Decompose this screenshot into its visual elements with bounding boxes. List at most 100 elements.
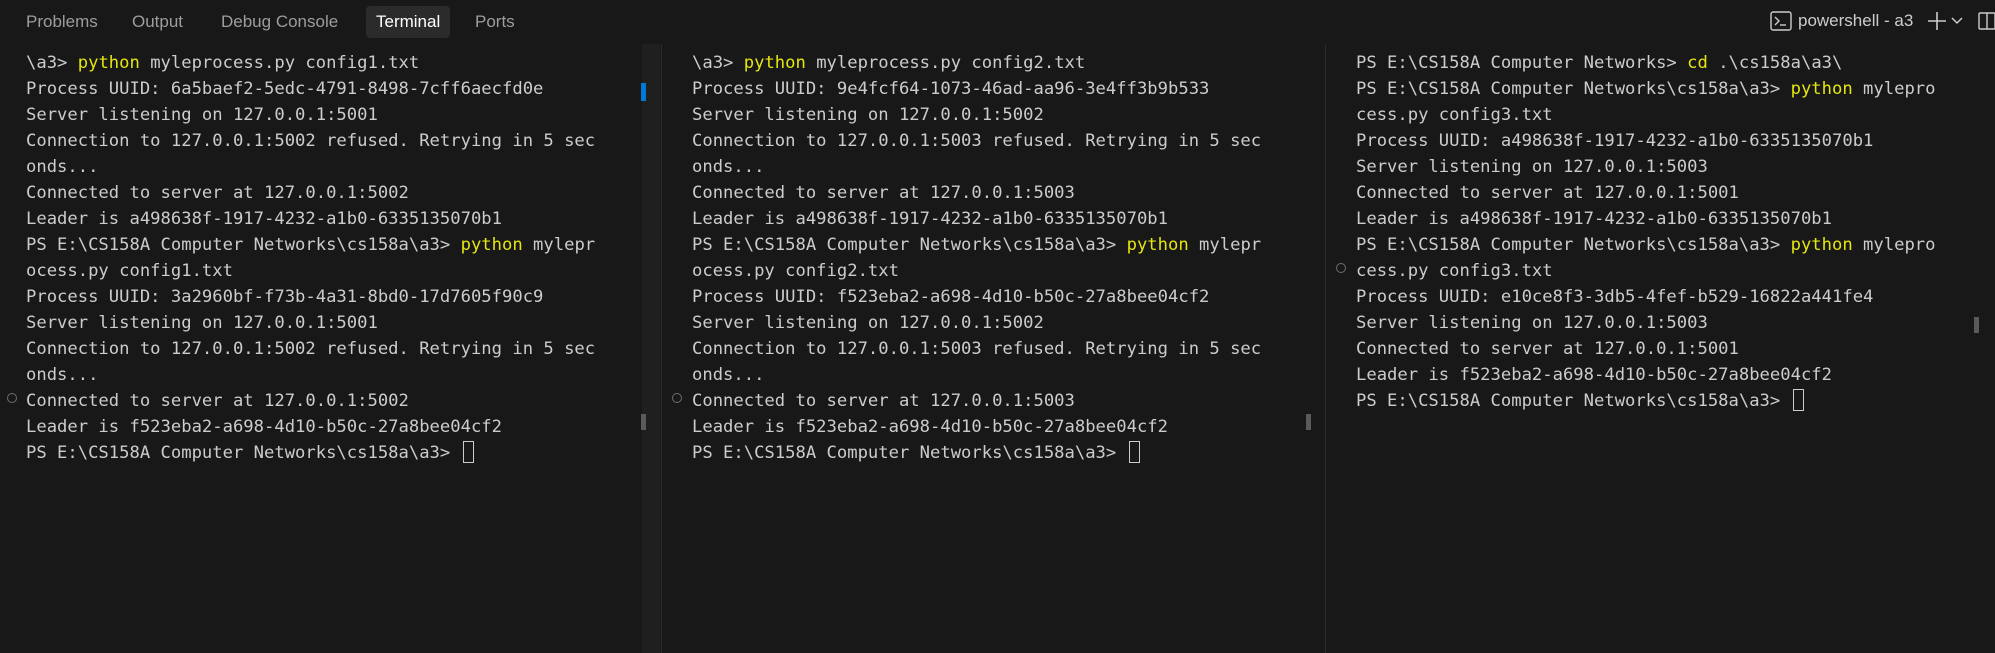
terminal-text: Process UUID: 6a5baef2-5edc-4791-8498-7c… (26, 79, 544, 99)
terminal-line: Process UUID: 9e4fcf64-1073-46ad-aa96-3e… (692, 76, 1261, 102)
terminal-text: Server listening on 127.0.0.1:5002 (692, 313, 1044, 333)
terminal-line: Process UUID: 6a5baef2-5edc-4791-8498-7c… (26, 76, 595, 102)
command-args: .\cs158a\a3\ (1707, 53, 1843, 73)
split-terminal-icon[interactable] (1977, 11, 1995, 31)
tab-terminal[interactable]: Terminal (366, 6, 451, 38)
terminal-line: Connection to 127.0.0.1:5002 refused. Re… (26, 128, 595, 154)
tab-ports[interactable]: Ports (465, 6, 525, 38)
terminal-text: cess.py config3.txt (1356, 261, 1553, 281)
terminal-line: onds... (692, 154, 1261, 180)
terminal-text: Process UUID: e10ce8f3-3db5-4fef-b529-16… (1356, 287, 1874, 307)
terminal-text: Connected to server at 127.0.0.1:5001 (1356, 339, 1739, 359)
terminal-text: Connection to 127.0.0.1:5002 refused. Re… (26, 131, 596, 151)
terminal-selector[interactable]: powershell - a3 (1798, 11, 1913, 31)
terminal-text: Connected to server at 127.0.0.1:5001 (1356, 183, 1739, 203)
scroll-marker (1306, 414, 1311, 430)
terminal-text: Leader is f523eba2-a698-4d10-b50c-27a8be… (1356, 365, 1832, 385)
terminal-line: PS E:\CS158A Computer Networks> cd .\cs1… (1356, 50, 1936, 76)
command-name: python (460, 235, 523, 255)
terminal-cursor[interactable] (462, 441, 474, 463)
command-args: mylepr (1188, 235, 1262, 255)
terminal-pane-1[interactable]: \a3> python myleprocess.py config1.txt Pr… (0, 44, 660, 653)
terminal-cursor[interactable] (1792, 389, 1804, 411)
terminal-line: Leader is a498638f-1917-4232-a1b0-633513… (26, 206, 595, 232)
terminal-line: Connected to server at 127.0.0.1:5001 (1356, 180, 1936, 206)
plus-icon[interactable] (1926, 10, 1948, 32)
terminal-line: PS E:\CS158A Computer Networks\cs158a\a3… (1356, 76, 1936, 102)
terminal-text: PS E:\CS158A Computer Networks\cs158a\a3… (1356, 235, 1791, 255)
terminal-text: onds... (26, 157, 99, 177)
terminal-text: Leader is f523eba2-a698-4d10-b50c-27a8be… (692, 417, 1168, 437)
terminal-text: Leader is a498638f-1917-4232-a1b0-633513… (692, 209, 1168, 229)
terminal-line: Process UUID: 3a2960bf-f73b-4a31-8bd0-17… (26, 284, 595, 310)
terminal-text: Process UUID: 9e4fcf64-1073-46ad-aa96-3e… (692, 79, 1210, 99)
command-args: myleprocess.py config2.txt (805, 53, 1086, 73)
terminal-line: Server listening on 127.0.0.1:5002 (692, 102, 1261, 128)
command-name: python (743, 53, 806, 73)
command-name: cd (1687, 53, 1708, 73)
terminal-line: Leader is f523eba2-a698-4d10-b50c-27a8be… (1356, 362, 1936, 388)
command-name: python (1790, 79, 1853, 99)
terminal-text: Connected to server at 127.0.0.1:5003 (692, 183, 1075, 203)
terminal-line: Connection to 127.0.0.1:5003 refused. Re… (692, 128, 1261, 154)
terminal-line: Connected to server at 127.0.0.1:5003 (692, 388, 1261, 414)
terminal-text: PS E:\CS158A Computer Networks\cs158a\a3… (26, 235, 461, 255)
terminal-line: Connected to server at 127.0.0.1:5002 (26, 388, 595, 414)
terminal-text: PS E:\CS158A Computer Networks\cs158a\a3… (692, 235, 1127, 255)
terminal-line: PS E:\CS158A Computer Networks\cs158a\a3… (1356, 232, 1936, 258)
terminal-text: Server listening on 127.0.0.1:5003 (1356, 157, 1708, 177)
terminal-text: \a3> (26, 53, 78, 73)
command-decoration-icon[interactable] (672, 393, 682, 403)
terminal-text: ocess.py config1.txt (26, 261, 233, 281)
tab-output[interactable]: Output (122, 6, 193, 38)
terminal-text: Server listening on 127.0.0.1:5001 (26, 313, 378, 333)
terminal-line: Connected to server at 127.0.0.1:5002 (26, 180, 595, 206)
terminal-text: Leader is a498638f-1917-4232-a1b0-633513… (26, 209, 502, 229)
terminal-line: Process UUID: e10ce8f3-3db5-4fef-b529-16… (1356, 284, 1936, 310)
terminal-text: Process UUID: f523eba2-a698-4d10-b50c-27… (692, 287, 1210, 307)
command-decoration-icon[interactable] (1336, 263, 1346, 273)
terminal-text: PS E:\CS158A Computer Networks\cs158a\a3… (1356, 79, 1791, 99)
terminal-text: Server listening on 127.0.0.1:5001 (26, 105, 378, 125)
command-name: python (77, 53, 140, 73)
command-decoration-icon[interactable] (7, 393, 17, 403)
tab-debug-console[interactable]: Debug Console (211, 6, 348, 38)
terminal-text: onds... (692, 157, 765, 177)
command-name: python (1790, 235, 1853, 255)
terminal-text: Process UUID: a498638f-1917-4232-a1b0-63… (1356, 131, 1874, 151)
terminal-pane-3[interactable]: PS E:\CS158A Computer Networks> cd .\cs1… (1326, 44, 1995, 653)
tab-problems[interactable]: Problems (16, 6, 108, 38)
terminal-text: PS E:\CS158A Computer Networks\cs158a\a3… (26, 443, 461, 463)
terminal-text: Leader is f523eba2-a698-4d10-b50c-27a8be… (26, 417, 502, 437)
terminal-text: \a3> (692, 53, 744, 73)
terminal-pane-2[interactable]: \a3> python myleprocess.py config2.txt Pr… (662, 44, 1324, 653)
terminal-line: \a3> python myleprocess.py config1.txt (26, 50, 595, 76)
terminal-line: Connected to server at 127.0.0.1:5003 (692, 180, 1261, 206)
terminal-line: Process UUID: f523eba2-a698-4d10-b50c-27… (692, 284, 1261, 310)
terminal-line: PS E:\CS158A Computer Networks\cs158a\a3… (1356, 388, 1936, 414)
terminal-text: Connected to server at 127.0.0.1:5003 (692, 391, 1075, 411)
terminal-text: Server listening on 127.0.0.1:5003 (1356, 313, 1708, 333)
terminal-line: onds... (692, 362, 1261, 388)
command-args: myleprocess.py config1.txt (139, 53, 420, 73)
command-args: mylepr (522, 235, 596, 255)
terminal-line: ocess.py config1.txt (26, 258, 595, 284)
command-name: python (1126, 235, 1189, 255)
chevron-down-icon[interactable] (1950, 14, 1964, 28)
terminal-text: Connected to server at 127.0.0.1:5002 (26, 391, 409, 411)
terminal-line: Server listening on 127.0.0.1:5002 (692, 310, 1261, 336)
terminal-line: PS E:\CS158A Computer Networks\cs158a\a3… (692, 440, 1261, 466)
terminal-text: Connection to 127.0.0.1:5002 refused. Re… (26, 339, 596, 359)
terminal-line: onds... (26, 154, 595, 180)
terminal-line: Server listening on 127.0.0.1:5001 (26, 102, 595, 128)
terminal-line: Connection to 127.0.0.1:5003 refused. Re… (692, 336, 1261, 362)
terminal-output: \a3> python myleprocess.py config1.txt Pr… (26, 50, 595, 466)
terminal-cursor[interactable] (1128, 441, 1140, 463)
terminal-text: Process UUID: 3a2960bf-f73b-4a31-8bd0-17… (26, 287, 544, 307)
command-args: mylepro (1852, 235, 1936, 255)
terminal-text: Connected to server at 127.0.0.1:5002 (26, 183, 409, 203)
terminal-output: \a3> python myleprocess.py config2.txt Pr… (692, 50, 1261, 466)
terminal-text: Server listening on 127.0.0.1:5002 (692, 105, 1044, 125)
terminal-icon[interactable] (1770, 11, 1792, 31)
scrollbar[interactable] (642, 44, 660, 653)
